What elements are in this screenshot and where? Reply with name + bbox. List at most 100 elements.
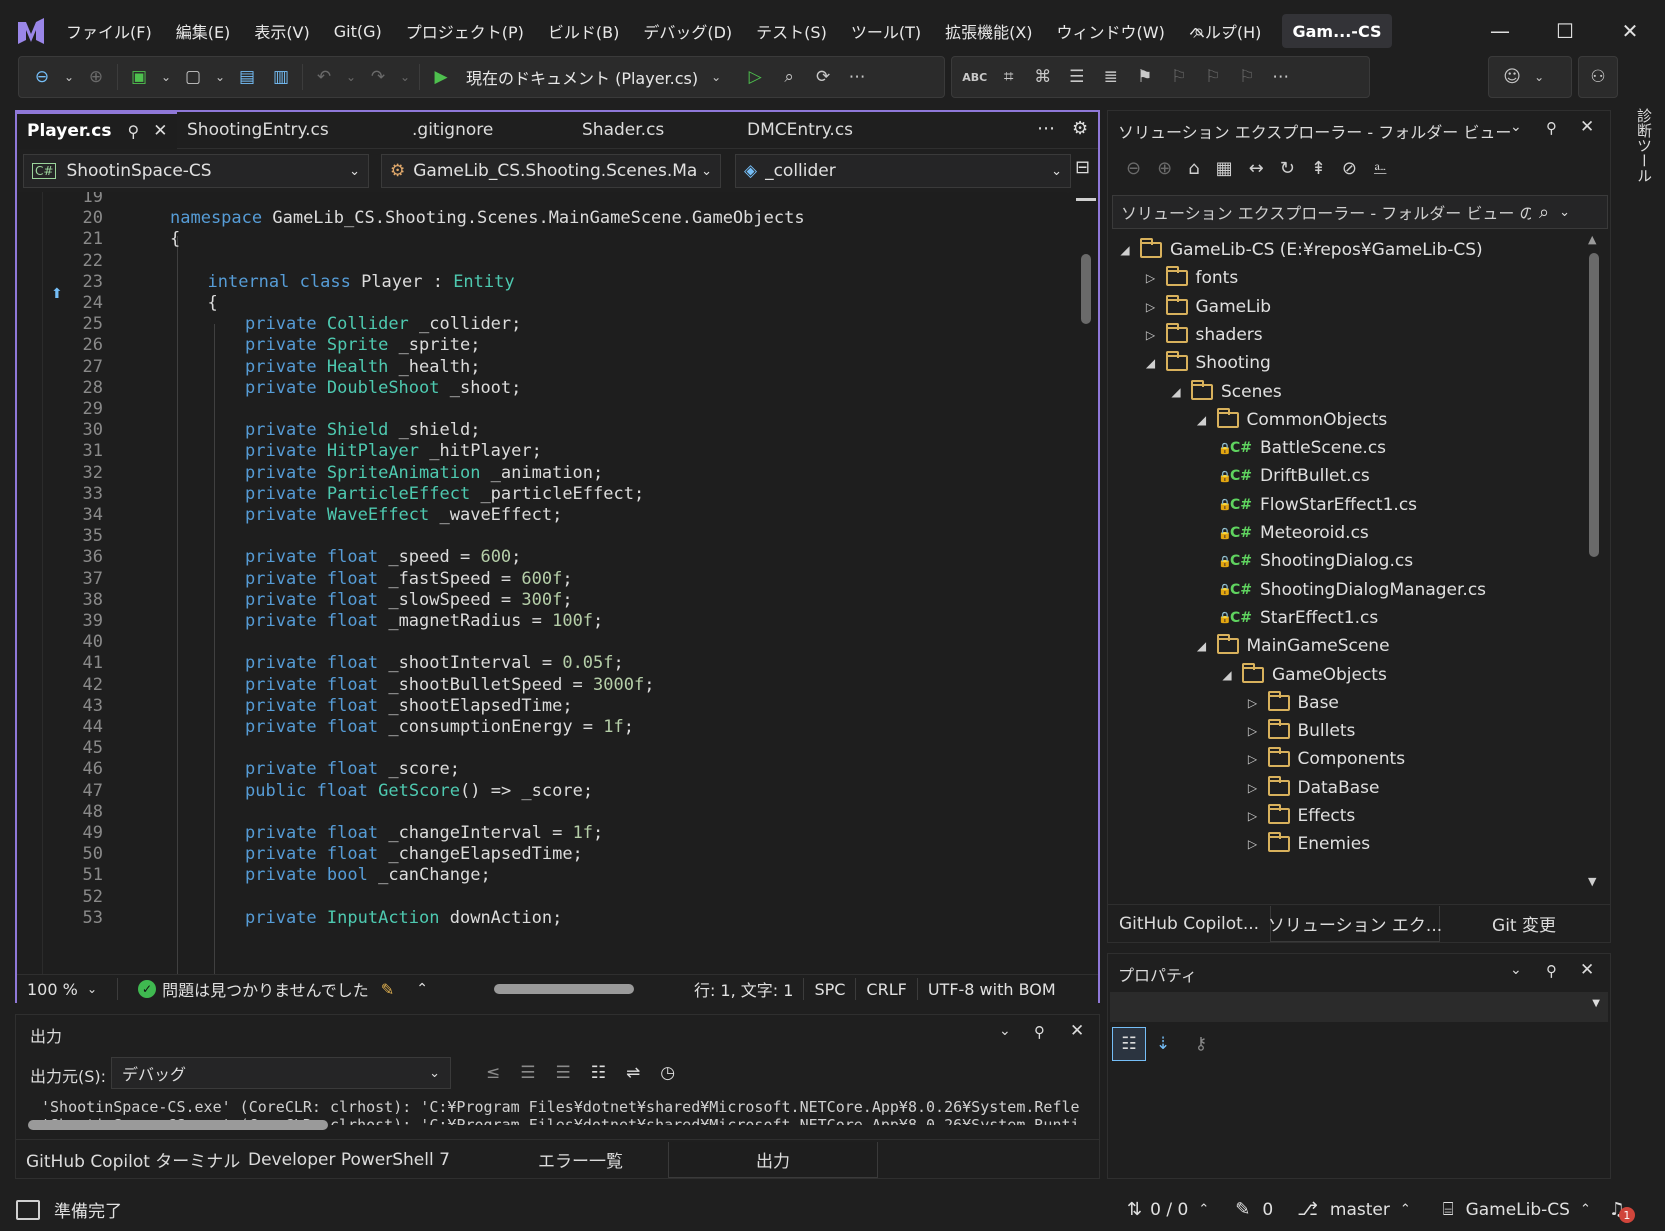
expanded-arrow-icon[interactable]: ◢ <box>1193 413 1211 427</box>
word-wrap-icon[interactable]: ⇌ <box>626 1063 640 1083</box>
redo-icon[interactable]: ↷ <box>363 62 393 92</box>
prev-message-icon[interactable]: ☰ <box>520 1063 535 1083</box>
maximize-button[interactable]: ☐ <box>1543 14 1587 48</box>
sync-icon[interactable]: ↔ <box>1249 158 1264 179</box>
split-editor-icon[interactable]: ⊟ <box>1075 157 1090 178</box>
collapse-all-icon[interactable]: ⇞ <box>1311 158 1326 179</box>
chevron-down-icon[interactable]: ⌄ <box>61 62 77 92</box>
chevron-down-icon[interactable]: ⌄ <box>1531 62 1547 92</box>
chevron-up-icon[interactable]: ⌃ <box>1580 1202 1591 1217</box>
new-item-icon[interactable]: ▣ <box>124 62 154 92</box>
property-pages-icon[interactable]: ⚷ <box>1184 1027 1218 1061</box>
tree-file-item[interactable]: 🔒 C# StarEffect1.cs <box>1218 603 1378 633</box>
tree-folder-item[interactable]: ▷ Enemies <box>1244 829 1370 859</box>
file-encoding[interactable]: UTF-8 with BOM <box>928 980 1056 999</box>
code-line[interactable]: private Shield _shield; <box>245 419 480 442</box>
chevron-down-icon[interactable]: ⌄ <box>999 1023 1011 1039</box>
tree-file-item[interactable]: 🔒 C# Meteoroid.cs <box>1218 518 1369 548</box>
tree-file-item[interactable]: 🔒 C# FlowStarEffect1.cs <box>1218 490 1417 520</box>
code-line[interactable]: namespace GameLib_CS.Shooting.Scenes.Mai… <box>170 207 805 230</box>
categorized-icon[interactable]: ☷ <box>1112 1027 1146 1061</box>
branch-icon[interactable]: ⎇ <box>1297 1199 1318 1220</box>
code-line[interactable]: private float _shootInterval = 0.05f; <box>245 652 624 675</box>
code-line[interactable]: private float _consumptionEnergy = 1f; <box>245 716 634 739</box>
menu-item[interactable]: プロジェクト(P) <box>406 19 524 43</box>
line-ending[interactable]: CRLF <box>866 980 906 999</box>
collapsed-arrow-icon[interactable]: ▷ <box>1244 837 1262 851</box>
more-icon[interactable]: ⋯ <box>842 62 872 92</box>
tree-folder-item[interactable]: ◢ MainGameScene <box>1193 631 1390 661</box>
more-tabs-icon[interactable]: ⋯ <box>1037 118 1055 139</box>
tree-folder-item[interactable]: ◢ GameObjects <box>1218 660 1387 690</box>
code-line[interactable]: private HitPlayer _hitPlayer; <box>245 440 542 463</box>
menu-item[interactable]: テスト(S) <box>756 19 827 43</box>
code-line[interactable]: private bool _canChange; <box>245 864 491 887</box>
code-line[interactable]: private float _shootElapsedTime; <box>245 695 573 718</box>
branch-name[interactable]: master <box>1330 1200 1390 1220</box>
code-line[interactable]: private float _magnetRadius = 100f; <box>245 610 603 633</box>
output-hscroll-thumb[interactable] <box>28 1120 328 1130</box>
timestamp-icon[interactable]: ◷ <box>660 1063 675 1083</box>
code-line[interactable]: { <box>208 292 218 315</box>
tree-folder-item[interactable]: ◢ Scenes <box>1167 377 1282 407</box>
tree-folder-item[interactable]: ◢ GameLib-CS (E:¥repos¥GameLib-CS) <box>1116 235 1483 265</box>
tab-git-changes[interactable]: Git 変更 <box>1440 906 1608 942</box>
zoom-level[interactable]: 100 % <box>27 980 87 999</box>
menu-item[interactable]: ファイル(F) <box>66 19 152 43</box>
undo-icon[interactable]: ↶ <box>309 62 339 92</box>
pin-icon[interactable]: ⚲ <box>127 122 139 141</box>
tab-solution-explorer[interactable]: ソリューション エク... <box>1268 905 1442 942</box>
next-bookmark-icon[interactable]: ⚐ <box>1198 62 1228 92</box>
tab-gitignore[interactable]: .gitignore <box>402 112 572 149</box>
tree-folder-item[interactable]: ▷ Effects <box>1244 801 1355 831</box>
collapsed-arrow-icon[interactable]: ▷ <box>1244 781 1262 795</box>
open-file-icon[interactable]: ▢ <box>178 62 208 92</box>
tree-file-item[interactable]: 🔒 C# ShootingDialog.cs <box>1218 546 1413 576</box>
chevron-down-icon[interactable]: ⌄ <box>212 62 228 92</box>
tree-file-item[interactable]: 🔒 C# DriftBullet.cs <box>1218 461 1370 491</box>
chevron-down-icon[interactable]: ⌄ <box>708 62 724 92</box>
close-window-button[interactable]: ✕ <box>1608 14 1652 48</box>
back-icon[interactable]: ⊖ <box>1126 158 1141 179</box>
collapsed-arrow-icon[interactable]: ▷ <box>1244 696 1262 710</box>
account-icon[interactable]: ⚇ <box>1587 62 1609 92</box>
navigate-back-icon[interactable]: ⊖ <box>27 62 57 92</box>
forward-icon[interactable]: ⊕ <box>1157 158 1172 179</box>
cleanup-icon[interactable]: ✎ <box>381 980 394 999</box>
code-line[interactable]: private float _changeElapsedTime; <box>245 843 583 866</box>
vertical-scrollbar[interactable] <box>1069 192 1098 974</box>
collapsed-arrow-icon[interactable]: ▷ <box>1142 328 1160 342</box>
chevron-down-icon[interactable]: ⌄ <box>1510 962 1522 978</box>
visual-studio-logo-icon[interactable] <box>14 14 48 48</box>
code-line[interactable]: private Collider _collider; <box>245 313 521 336</box>
tree-scrollbar[interactable]: ▲ ▼ <box>1584 233 1604 891</box>
tab-player-cs[interactable]: Player.cs ⚲ ✕ <box>17 111 177 149</box>
code-line[interactable]: private float _slowSpeed = 300f; <box>245 589 573 612</box>
pencil-icon[interactable]: ✎ <box>1235 1199 1250 1220</box>
expanded-arrow-icon[interactable]: ◢ <box>1167 385 1185 399</box>
outdent-icon[interactable]: ☰ <box>1062 62 1092 92</box>
clear-all-icon[interactable]: ☷ <box>591 1063 606 1083</box>
navigate-forward-icon[interactable]: ⊕ <box>81 62 111 92</box>
menu-item[interactable]: 表示(V) <box>254 19 309 43</box>
cursor-position[interactable]: 行: 1, 文字: 1 <box>694 977 794 1001</box>
prev-bookmark-icon[interactable]: ⚐ <box>1164 62 1194 92</box>
hot-reload-icon[interactable]: ⟳ <box>808 62 838 92</box>
pending-edits-count[interactable]: 0 <box>1262 1200 1273 1220</box>
more-icon[interactable]: ⋯ <box>1266 62 1296 92</box>
code-line[interactable]: { <box>170 228 180 251</box>
type-dropdown[interactable]: ⚙ GameLib_CS.Shooting.Scenes.Ma ⌄ <box>381 154 721 188</box>
code-line[interactable]: private float _shootBulletSpeed = 3000f; <box>245 674 654 697</box>
code-line[interactable]: private WaveEffect _waveEffect; <box>245 504 562 527</box>
tree-file-item[interactable]: 🔒 C# BattleScene.cs <box>1218 433 1386 463</box>
scroll-thumb[interactable] <box>1589 253 1599 557</box>
find-message-icon[interactable]: ≤ <box>486 1063 500 1083</box>
tab-shader-cs[interactable]: Shader.cs <box>572 112 737 149</box>
issues-status[interactable]: 問題は見つかりませんでした <box>162 977 369 1001</box>
expanded-arrow-icon[interactable]: ◢ <box>1116 243 1134 257</box>
tree-folder-item[interactable]: ▷ DataBase <box>1244 773 1380 803</box>
collapsed-arrow-icon[interactable]: ▷ <box>1244 809 1262 823</box>
menu-item[interactable]: ウィンドウ(W) <box>1057 19 1165 43</box>
close-icon[interactable]: ✕ <box>1070 1021 1084 1041</box>
chevron-down-icon[interactable]: ⌄ <box>1510 119 1522 135</box>
